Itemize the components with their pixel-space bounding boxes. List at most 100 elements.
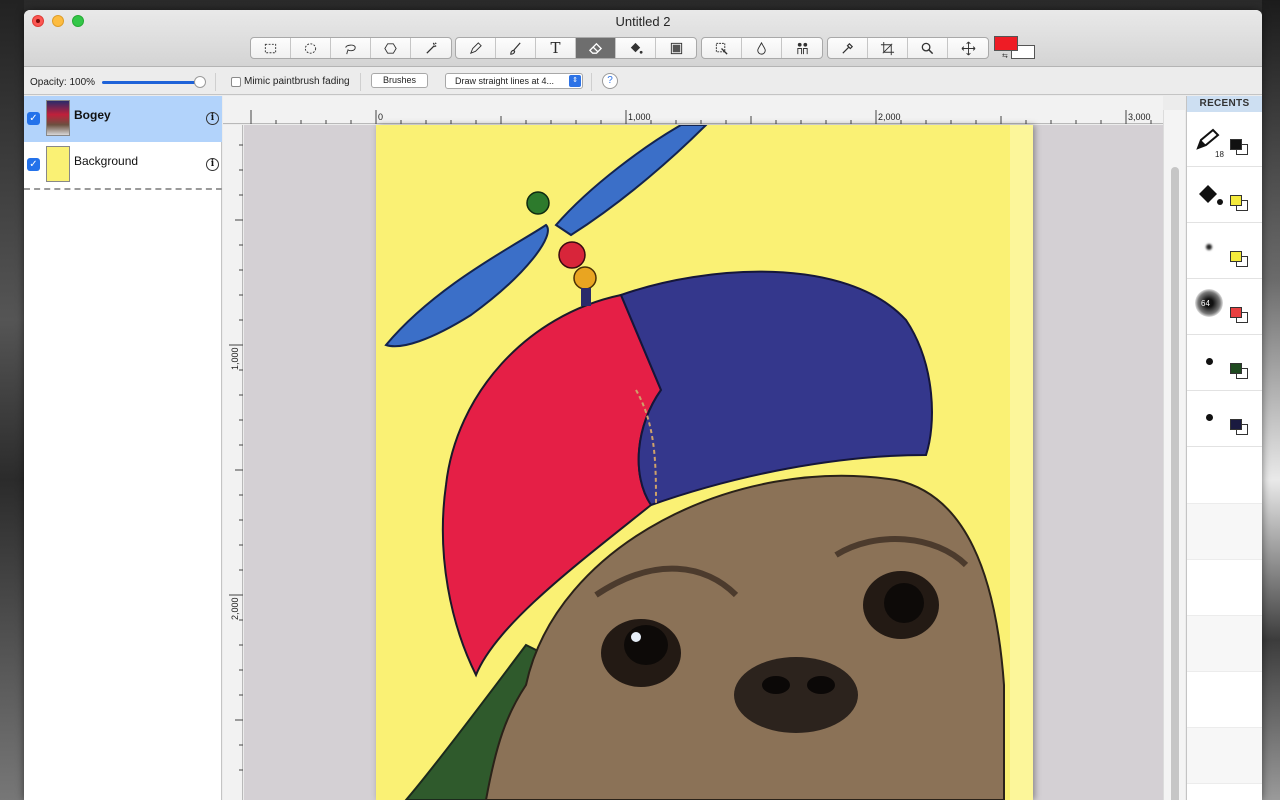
horizontal-ruler: 0 1,000 2,000 3,000 (223, 96, 1163, 124)
primary-color-swatch (1230, 307, 1242, 318)
app-window: Untitled 2 T ⇆ Opacity: 100% Mimic paint… (24, 10, 1262, 800)
move-tool[interactable] (948, 38, 988, 58)
crop-tool[interactable] (868, 38, 908, 58)
pencil-icon (469, 41, 482, 54)
divider (360, 73, 361, 91)
ruler-label: 2,000 (230, 597, 240, 620)
recent-brush-soft[interactable]: 64 (1187, 280, 1262, 335)
primary-color-swatch (1230, 419, 1242, 430)
layers-panel: ✓ Bogey i ✓ Background i (24, 96, 222, 800)
move-arrows-icon (961, 41, 975, 55)
popup-chevron-icon: ⇕ (569, 75, 581, 87)
empty-recent-slot (1187, 616, 1262, 672)
layer-name: Bogey (74, 108, 111, 122)
layer-visibility-checkbox[interactable]: ✓ (27, 158, 40, 171)
line-mode-value: Draw straight lines at 4... (455, 76, 555, 86)
line-mode-popup[interactable]: Draw straight lines at 4... ⇕ (445, 73, 583, 89)
ruler-label: 2,000 (878, 112, 901, 122)
swap-colors-icon[interactable]: ⇆ (1002, 52, 1008, 60)
lasso-select-tool[interactable] (331, 38, 371, 58)
empty-recent-slot (1187, 448, 1262, 504)
mimic-fading-label: Mimic paintbrush fading (244, 76, 350, 87)
crop-icon (880, 41, 895, 55)
desktop-left-edge (0, 0, 24, 800)
recents-panel: RECENTS 18 64 (1186, 96, 1262, 800)
layer-name: Background (74, 154, 139, 168)
ruler-label: 1,000 (628, 112, 651, 122)
opacity-label: Opacity: 100% (30, 77, 96, 88)
recent-brush-dot[interactable] (1187, 392, 1262, 447)
empty-recent-slot (1187, 672, 1262, 728)
adjust-tools-group (701, 37, 823, 59)
title-bar: Untitled 2 T ⇆ (24, 10, 1262, 67)
layers-drop-divider (24, 188, 222, 190)
eraser-icon (588, 42, 603, 54)
instant-alpha-tool[interactable] (702, 38, 742, 58)
text-icon: T (550, 39, 561, 57)
foreground-color-well[interactable] (994, 36, 1018, 51)
image-canvas[interactable] (376, 125, 1033, 800)
empty-recent-slot (1187, 560, 1262, 616)
brush-preview-icon (1206, 414, 1213, 421)
pencil-tool[interactable] (456, 38, 496, 58)
text-tool[interactable]: T (536, 38, 576, 58)
eraser-tool[interactable] (576, 38, 616, 58)
layer-info-icon[interactable]: i (206, 112, 219, 125)
layer-info-icon[interactable]: i (206, 158, 219, 171)
selection-tools-group (250, 37, 452, 59)
ruler-ticks (229, 144, 243, 771)
paintbrush-tool[interactable] (496, 38, 536, 58)
primary-color-swatch (1230, 195, 1242, 206)
divider (591, 73, 592, 91)
recent-tool-pencil[interactable]: 18 (1187, 112, 1262, 167)
clone-tool[interactable] (782, 38, 822, 58)
layer-row-background[interactable]: ✓ Background i (24, 142, 222, 188)
desktop-right-edge (1262, 0, 1280, 800)
magic-wand-tool[interactable] (411, 38, 451, 58)
vertical-scrollbar[interactable] (1163, 110, 1185, 800)
gradient-icon (670, 42, 682, 54)
paint-bucket-icon (630, 42, 643, 54)
gradient-tool[interactable] (656, 38, 696, 58)
zoom-tool[interactable] (908, 38, 948, 58)
brush-size-label: 64 (1201, 299, 1210, 308)
recents-title: RECENTS (1187, 96, 1262, 112)
paint-bucket-tool[interactable] (616, 38, 656, 58)
rect-select-icon (264, 43, 277, 53)
brush-preview-icon (1206, 358, 1213, 365)
blur-tool[interactable] (742, 38, 782, 58)
ruler-label: 3,000 (1128, 112, 1151, 122)
recent-tool-paint-bucket[interactable] (1187, 168, 1262, 223)
help-button[interactable]: ? (602, 73, 618, 89)
mimic-fading-checkbox[interactable] (231, 77, 241, 87)
clone-stamp-icon (796, 42, 808, 54)
empty-recent-slot (1187, 504, 1262, 560)
pencil-icon (1196, 128, 1220, 150)
polygon-select-icon (384, 42, 397, 54)
eyedropper-icon (842, 42, 854, 54)
rect-select-tool[interactable] (251, 38, 291, 58)
layer-thumbnail (46, 146, 70, 182)
eyedropper-tool[interactable] (828, 38, 868, 58)
polygon-select-tool[interactable] (371, 38, 411, 58)
opacity-slider-thumb[interactable] (194, 76, 206, 88)
layer-visibility-checkbox[interactable]: ✓ (27, 112, 40, 125)
navigation-tools-group (827, 37, 989, 59)
primary-color-swatch (1230, 363, 1242, 374)
recent-brush-dot[interactable] (1187, 336, 1262, 391)
ruler-label: 1,000 (230, 347, 240, 370)
opacity-slider-track[interactable] (102, 81, 202, 84)
primary-color-swatch (1230, 251, 1242, 262)
brushes-button[interactable]: Brushes (371, 73, 428, 88)
drawing-tools-group: T (455, 37, 697, 59)
ellipse-select-tool[interactable] (291, 38, 331, 58)
pug-with-propeller-cap-image (384, 125, 1033, 800)
layer-thumbnail (46, 100, 70, 136)
scrollbar-thumb[interactable] (1171, 167, 1179, 800)
ruler-label: 0 (378, 112, 384, 122)
instant-alpha-icon (715, 42, 728, 55)
brush-preview-icon (1206, 244, 1212, 250)
empty-recent-slot (1187, 728, 1262, 784)
layer-row-bogey[interactable]: ✓ Bogey i (24, 96, 222, 142)
recent-brush-small[interactable] (1187, 224, 1262, 279)
